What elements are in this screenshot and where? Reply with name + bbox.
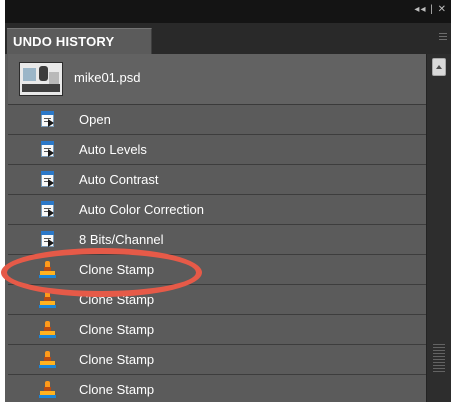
- arrow-icon: [48, 239, 54, 247]
- clone-stamp-icon: [38, 290, 57, 309]
- tab-undo-history[interactable]: UNDO HISTORY: [7, 28, 152, 54]
- clone-stamp-icon: [38, 350, 57, 369]
- document-arrow-icon: [38, 110, 57, 129]
- panel-menu-line: [439, 36, 447, 37]
- history-row-clone-stamp[interactable]: Clone Stamp: [8, 315, 426, 345]
- history-list: Open Auto Levels Auto Contrast Auto Colo…: [8, 105, 426, 402]
- history-row-clone-stamp[interactable]: Clone Stamp: [8, 345, 426, 375]
- history-label: Auto Color Correction: [79, 202, 204, 217]
- stamp-foot: [39, 275, 56, 278]
- history-label: Clone Stamp: [79, 352, 155, 367]
- history-row-clone-stamp[interactable]: Clone Stamp: [8, 375, 426, 402]
- history-label: Auto Contrast: [79, 172, 159, 187]
- history-row-auto-contrast[interactable]: Auto Contrast: [8, 165, 426, 195]
- history-row-open[interactable]: Open: [8, 105, 426, 135]
- undo-history-screenshot: ◂◂ | ✕ UNDO HISTORY mike01.psd Open Auto…: [0, 0, 451, 402]
- history-label: Clone Stamp: [79, 292, 155, 307]
- stamp-foot: [39, 395, 56, 398]
- clone-stamp-icon: [38, 320, 57, 339]
- history-row-clone-stamp[interactable]: Clone Stamp: [8, 285, 426, 315]
- clone-stamp-icon: [38, 380, 57, 399]
- document-arrow-icon: [38, 200, 57, 219]
- arrow-icon: [48, 119, 54, 127]
- undo-history-panel: ◂◂ | ✕ UNDO HISTORY mike01.psd Open Auto…: [5, 0, 451, 402]
- snapshot-thumbnail: [19, 62, 63, 96]
- clone-stamp-icon: [38, 260, 57, 279]
- stamp-foot: [39, 335, 56, 338]
- panel-menu-line: [439, 39, 447, 40]
- history-row-auto-color-correction[interactable]: Auto Color Correction: [8, 195, 426, 225]
- clone-stamp-icon-shape: [39, 380, 56, 399]
- history-label: 8 Bits/Channel: [79, 232, 164, 247]
- snapshot-name: mike01.psd: [74, 70, 141, 85]
- thumbnail-shape: [22, 84, 60, 92]
- scroll-up-button[interactable]: [432, 58, 446, 76]
- snapshot-row[interactable]: mike01.psd: [8, 54, 426, 105]
- history-row-clone-stamp[interactable]: Clone Stamp: [8, 255, 426, 285]
- clone-stamp-icon-shape: [39, 320, 56, 339]
- panel-menu-icon[interactable]: [435, 33, 447, 43]
- history-row-auto-levels[interactable]: Auto Levels: [8, 135, 426, 165]
- thumbnail-shape: [39, 66, 48, 81]
- panel-tab-bar: UNDO HISTORY: [5, 23, 451, 54]
- history-scrollbar[interactable]: [426, 54, 451, 402]
- clone-stamp-icon-shape: [39, 290, 56, 309]
- stamp-foot: [39, 305, 56, 308]
- document-arrow-icon: [38, 140, 57, 159]
- history-label: Clone Stamp: [79, 382, 155, 397]
- thumbnail-shape: [23, 68, 36, 81]
- panel-top-strip: ◂◂ | ✕: [5, 0, 451, 23]
- clone-stamp-icon-shape: [39, 350, 56, 369]
- stamp-foot: [39, 365, 56, 368]
- scrollbar-grip[interactable]: [433, 344, 445, 374]
- panel-window-controls[interactable]: ◂◂ | ✕: [414, 4, 447, 15]
- clone-stamp-icon-shape: [39, 260, 56, 279]
- document-arrow-icon: [38, 230, 57, 249]
- arrow-icon: [48, 149, 54, 157]
- history-label: Auto Levels: [79, 142, 147, 157]
- document-arrow-icon: [38, 170, 57, 189]
- history-label: Clone Stamp: [79, 322, 155, 337]
- history-label: Clone Stamp: [79, 262, 155, 277]
- arrow-icon: [48, 179, 54, 187]
- panel-menu-line: [439, 33, 447, 34]
- history-row-8-bits-channel[interactable]: 8 Bits/Channel: [8, 225, 426, 255]
- history-label: Open: [79, 112, 111, 127]
- arrow-icon: [48, 209, 54, 217]
